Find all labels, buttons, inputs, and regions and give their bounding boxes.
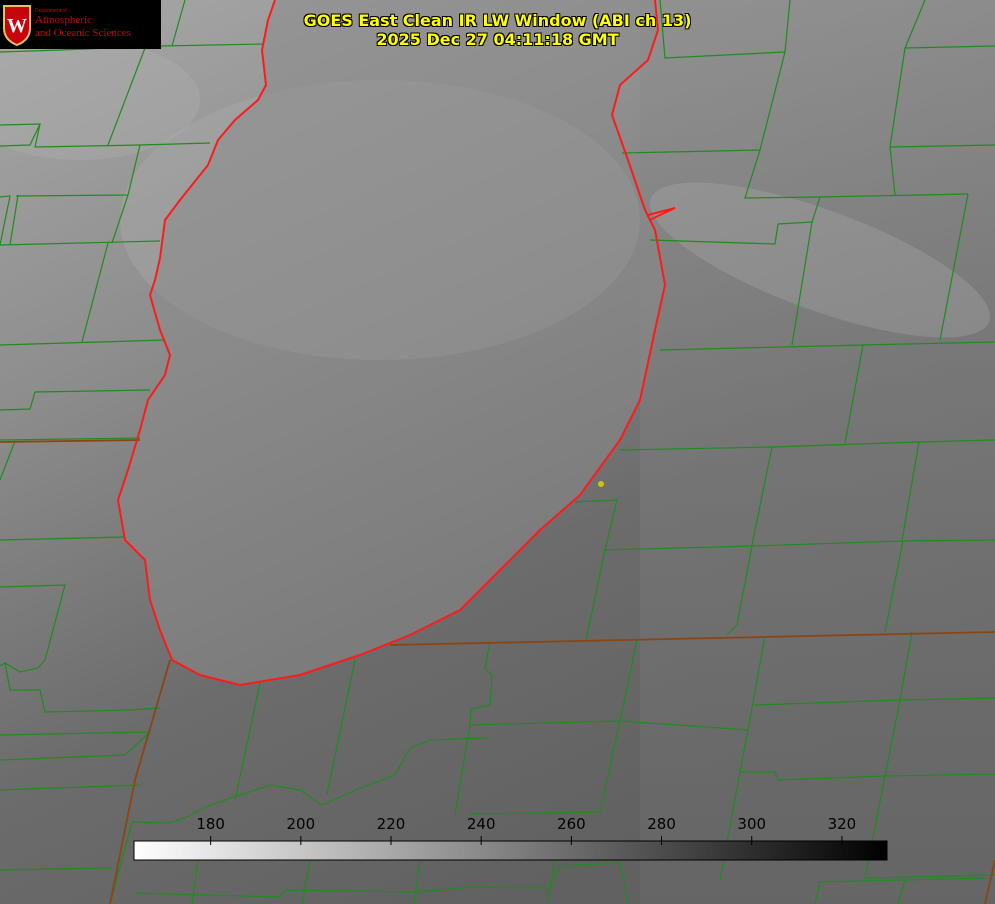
logo-line2: and Oceanic Sciences bbox=[35, 27, 131, 39]
image-timestamp: 2025 Dec 27 04:11:18 GMT bbox=[376, 30, 619, 49]
image-title: GOES East Clean IR LW Window (ABI ch 13) bbox=[303, 11, 692, 30]
logo-line1: Atmospheric bbox=[35, 14, 92, 26]
colorbar bbox=[133, 840, 888, 861]
uw-crest-icon: W bbox=[3, 5, 31, 46]
location-marker bbox=[598, 481, 604, 487]
logo: W Department of Atmospheric and Oceanic … bbox=[0, 0, 161, 49]
svg-text:W: W bbox=[7, 15, 27, 37]
satellite-map bbox=[0, 0, 995, 904]
ir-background-right bbox=[640, 0, 995, 904]
